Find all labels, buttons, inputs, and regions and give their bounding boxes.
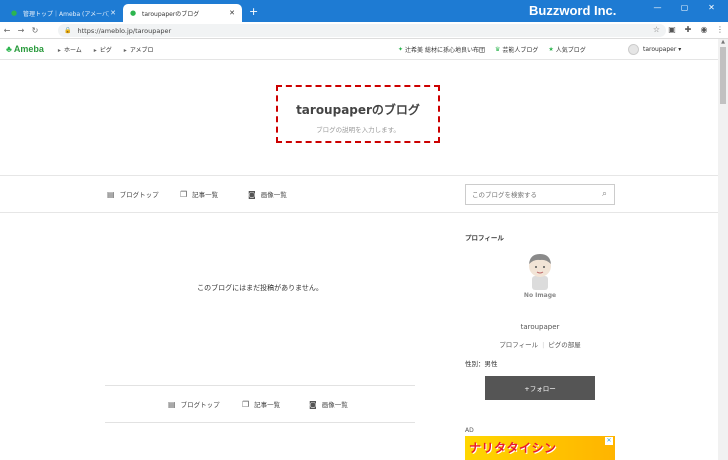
divider: | <box>542 341 545 349</box>
bottom-menu-image-list[interactable]: ◙ 画像一覧 <box>309 399 348 410</box>
extension-icon[interactable]: ▣ <box>664 25 680 34</box>
ameba-logo-icon: ♣ <box>6 44 12 54</box>
url-text: https://ameblo.jp/taroupaper <box>77 26 172 35</box>
profile-links: プロフィール | ピグの部屋 <box>465 339 615 349</box>
star-icon: ★ <box>548 45 554 53</box>
no-image-avatar-icon <box>529 254 551 290</box>
forward-arrow-icon[interactable]: → <box>14 26 28 35</box>
copy-icon: ❐ <box>180 189 188 199</box>
profile-name[interactable]: taroupaper <box>465 323 615 331</box>
menu-blog-top[interactable]: ▤ ブログトップ <box>107 189 159 200</box>
address-bar[interactable]: 🔒 https://ameblo.jp/taroupaper ☆ <box>58 24 666 37</box>
profile-heading: プロフィール <box>465 234 504 242</box>
tab-admin[interactable]: ● 管理トップ｜Ameba (アメーバ) ✕ <box>4 4 123 22</box>
ad-close-icon[interactable]: ✕ <box>605 437 613 445</box>
lock-icon: 🔒 <box>64 27 72 34</box>
camera-icon: ◙ <box>309 399 317 409</box>
header-link-ad[interactable]: ✦ 辻希美 総材に孫心地良い布団 <box>398 45 485 54</box>
bottom-menu-blog-top[interactable]: ▤ ブログトップ <box>168 399 220 410</box>
gender-text: 性別：男性 <box>465 360 498 368</box>
ad-text: ナリタタイシン <box>469 441 557 455</box>
tab-title: taroupaperのブログ <box>142 10 200 18</box>
scroll-up-arrow-icon[interactable]: ▲ <box>718 39 728 47</box>
bottom-menu-article-list[interactable]: ❐ 記事一覧 <box>242 399 280 410</box>
pig-room-link[interactable]: ピグの部屋 <box>548 341 581 349</box>
close-tab-icon[interactable]: ✕ <box>228 9 236 17</box>
ameba-favicon-icon: ● <box>129 9 137 17</box>
new-tab-button[interactable]: + <box>249 5 258 18</box>
browser-titlebar: ● 管理トップ｜Ameba (アメーバ) ✕ ● taroupaperのブログ … <box>0 0 728 22</box>
nav-home[interactable]: ホーム <box>58 45 82 54</box>
nav-ameblo[interactable]: アメブロ <box>124 45 154 54</box>
no-image-label: No Image <box>523 292 557 299</box>
extension-icons: ▣ ✚ ◉ ⋮ <box>664 25 728 34</box>
profile-icon[interactable]: ◉ <box>696 25 712 34</box>
bottom-menu-bar: ▤ ブログトップ ❐ 記事一覧 ◙ 画像一覧 <box>105 385 415 423</box>
blog-description: ブログの説明を入力します。 <box>316 126 400 134</box>
header-link-celebrity[interactable]: ♛ 芸能人ブログ <box>495 45 538 54</box>
sparkle-icon: ✦ <box>398 45 404 53</box>
logo-text: Ameba <box>13 44 44 54</box>
menu-dots-icon[interactable]: ⋮ <box>712 25 728 34</box>
nav-pig[interactable]: ピグ <box>94 45 112 54</box>
back-arrow-icon[interactable]: ← <box>0 26 14 35</box>
maximize-button[interactable]: ▢ <box>671 3 698 12</box>
blog-title[interactable]: taroupaperのブログ <box>276 101 440 118</box>
reload-icon[interactable]: ↻ <box>28 26 42 35</box>
header-links: ✦ 辻希美 総材に孫心地良い布団 ♛ 芸能人ブログ ★ 人気ブログ <box>398 45 596 54</box>
ad-banner[interactable]: ナリタタイシン ✕ <box>465 436 615 460</box>
crown-icon: ♛ <box>494 45 501 53</box>
empty-posts-message: このブログにはまだ投稿がありません。 <box>197 284 323 292</box>
minimize-button[interactable]: — <box>644 3 671 12</box>
menu-article-list[interactable]: ❐ 記事一覧 <box>180 189 218 200</box>
profile-image[interactable]: No Image <box>515 250 565 308</box>
document-icon: ▤ <box>168 399 176 409</box>
copy-icon: ❐ <box>242 399 250 409</box>
user-menu[interactable]: taroupaper ▾ <box>628 43 682 55</box>
scrollbar-thumb[interactable] <box>720 47 726 104</box>
user-name: taroupaper ▾ <box>643 45 682 53</box>
tab-title: 管理トップ｜Ameba (アメーバ) <box>23 10 109 18</box>
window-controls: — ▢ ✕ <box>644 3 725 12</box>
header-nav: ホーム ピグ アメブロ <box>58 45 166 54</box>
brand-overlay: Buzzword Inc. <box>529 3 617 18</box>
bookmark-star-icon[interactable]: ☆ <box>653 25 660 34</box>
ameba-logo[interactable]: ♣ Ameba <box>6 44 44 54</box>
blog-search-box[interactable]: ⌕ <box>465 184 615 205</box>
close-tab-icon[interactable]: ✕ <box>109 9 117 17</box>
document-icon: ▤ <box>107 189 115 199</box>
blog-menu-bar: ▤ ブログトップ ❐ 記事一覧 ◙ 画像一覧 ⌕ <box>0 175 718 213</box>
profile-link[interactable]: プロフィール <box>499 341 538 349</box>
follow-button[interactable]: +フォロー <box>485 376 595 400</box>
avatar <box>628 43 639 55</box>
search-icon[interactable]: ⌕ <box>602 189 607 199</box>
camera-icon: ◙ <box>248 189 256 199</box>
close-window-button[interactable]: ✕ <box>698 3 725 12</box>
search-input[interactable] <box>472 190 590 199</box>
header-link-popular[interactable]: ★ 人気ブログ <box>548 45 585 54</box>
ameba-favicon-icon: ● <box>10 9 18 17</box>
tab-blog[interactable]: ● taroupaperのブログ ✕ <box>123 4 242 22</box>
menu-image-list[interactable]: ◙ 画像一覧 <box>248 189 287 200</box>
ameba-header: ♣ Ameba ホーム ピグ アメブロ ✦ 辻希美 総材に孫心地良い布団 ♛ 芸… <box>0 39 718 60</box>
puzzle-icon[interactable]: ✚ <box>680 25 696 34</box>
ad-label: AD <box>465 427 474 434</box>
